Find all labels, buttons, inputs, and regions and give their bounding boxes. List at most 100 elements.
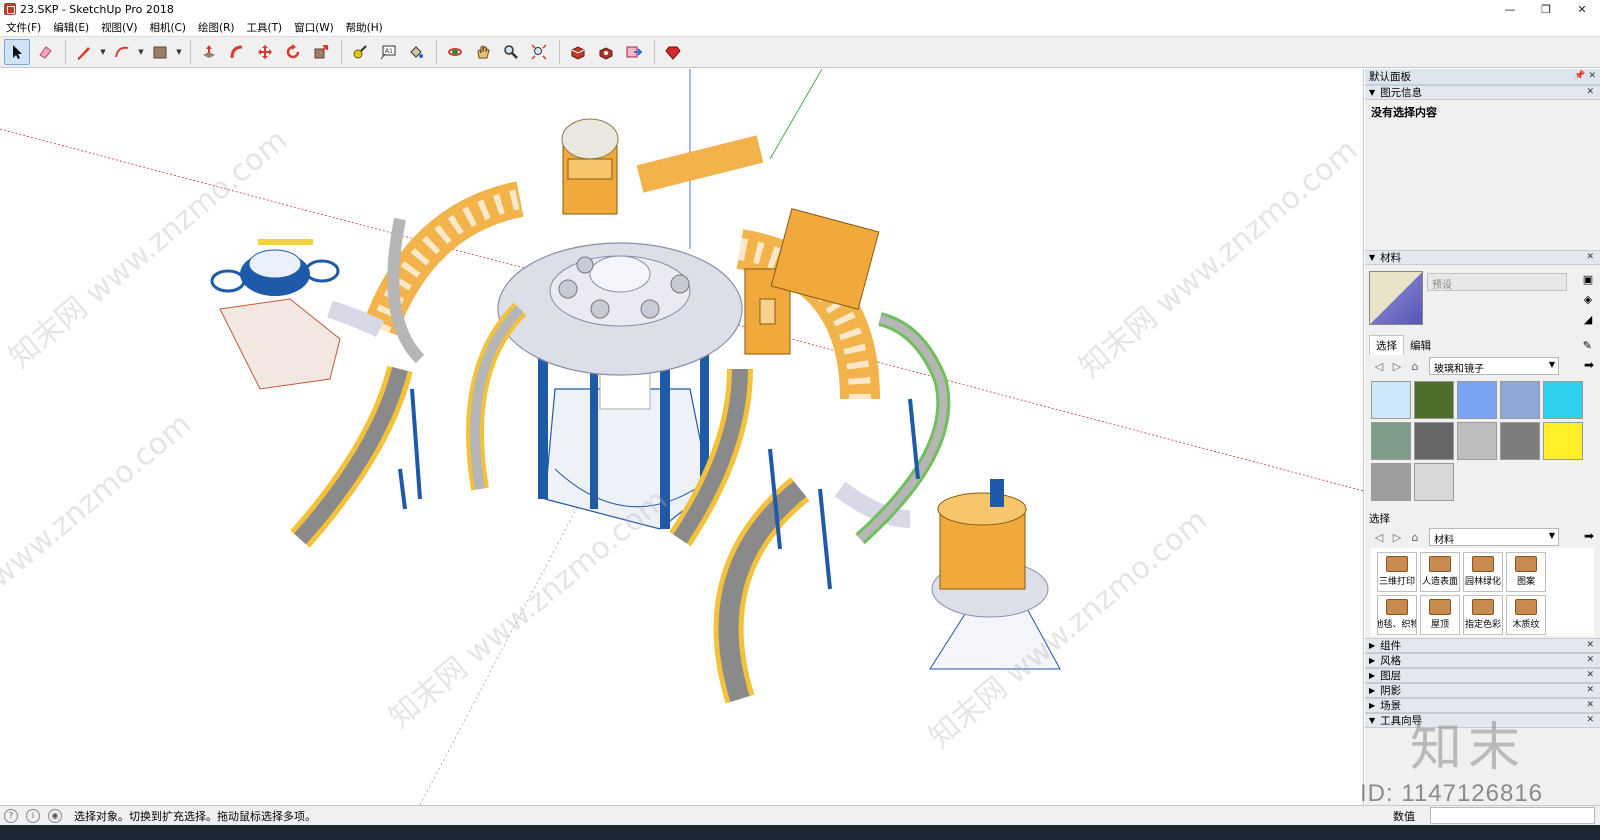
material-swatch[interactable] [1543,422,1583,460]
tray-section-label: 组件 [1380,640,1402,652]
push-pull-tool-button[interactable] [196,39,222,65]
material-swatch[interactable] [1371,422,1411,460]
material-folder[interactable]: 图案 [1506,552,1546,592]
material-folder[interactable]: 木质纹 [1506,595,1546,635]
drawing-viewport[interactable]: 知末网 www.znzmo.com 知末网 www.znzmo.com 知末网 … [0,69,1364,805]
measurements-label: 数值 [1393,810,1415,823]
geo-location-icon[interactable]: ? [4,808,18,823]
paint-bucket-tool-button[interactable] [403,39,429,65]
home-icon[interactable]: ⌂ [1407,358,1423,374]
extension-warehouse-button[interactable] [593,39,619,65]
menu-help[interactable]: 帮助(H) [346,20,383,35]
display-secondary-icon[interactable]: ▣ [1580,271,1596,287]
home-icon[interactable]: ⌂ [1407,529,1423,545]
material-swatch[interactable] [1414,463,1454,501]
current-material-swatch[interactable] [1369,271,1423,325]
close-icon[interactable]: ✕ [1586,715,1594,725]
toolbar-separator [190,40,191,64]
rotate-tool-button[interactable] [280,39,306,65]
extension-manager-button[interactable] [660,39,686,65]
hand-icon [477,45,490,59]
material-folder[interactable]: 三维打印 [1377,552,1417,592]
menu-tools[interactable]: 工具(T) [246,20,282,35]
material-folder[interactable]: 园林绿化 [1463,552,1503,592]
close-icon[interactable]: ✕ [1586,655,1594,665]
tray-section-header[interactable]: ▶ 阴影 ✕ [1365,683,1600,698]
secondary-library-select[interactable]: 材料 ▼ [1429,528,1559,546]
close-button[interactable]: ✕ [1564,0,1600,18]
scale-tool-button[interactable] [308,39,334,65]
user-icon[interactable]: ◉ [48,808,62,823]
material-folder[interactable]: 人造表面 [1420,552,1460,592]
text-tool-button[interactable]: A1 [375,39,401,65]
eraser-tool-button[interactable] [32,39,58,65]
material-folder[interactable]: 指定色彩 [1463,595,1503,635]
tab-edit[interactable]: 编辑 [1404,336,1437,355]
tape-measure-tool-button[interactable] [347,39,373,65]
zoom-extents-tool-button[interactable] [526,39,552,65]
menu-file[interactable]: 文件(F) [6,20,41,35]
orbit-tool-button[interactable] [442,39,468,65]
zoom-tool-button[interactable] [498,39,524,65]
tab-select[interactable]: 选择 [1369,335,1404,355]
offset-tool-button[interactable] [224,39,250,65]
close-icon[interactable]: ✕ [1586,670,1594,680]
material-swatch[interactable] [1457,381,1497,419]
details-arrow-icon[interactable]: ➡ [1584,529,1594,543]
material-swatch[interactable] [1414,422,1454,460]
menu-camera[interactable]: 相机(C) [149,20,186,35]
material-swatch[interactable] [1457,422,1497,460]
shape-tool-button[interactable] [147,39,173,65]
measurements-input[interactable] [1430,807,1595,824]
materials-header[interactable]: ▼ 材料 ✕ [1365,250,1600,265]
menu-draw[interactable]: 绘图(R) [198,20,235,35]
tray-section-header[interactable]: ▶ 风格 ✕ [1365,653,1600,668]
close-icon[interactable]: ✕ [1586,87,1594,97]
pan-tool-button[interactable] [470,39,496,65]
entity-info-header[interactable]: ▼ 图元信息 ✕ [1365,85,1600,100]
menu-window[interactable]: 窗口(W) [294,20,334,35]
folder-icon [1515,556,1537,572]
eyedropper-icon[interactable]: ✎ [1583,339,1592,352]
forward-arrow-icon[interactable]: ▷ [1389,529,1405,545]
material-folder[interactable]: 屋顶 [1420,595,1460,635]
material-swatch[interactable] [1500,381,1540,419]
tray-section-header[interactable]: ▶ 组件 ✕ [1365,638,1600,653]
back-arrow-icon[interactable]: ◁ [1371,358,1387,374]
folder-label: 图案 [1516,577,1535,587]
back-arrow-icon[interactable]: ◁ [1371,529,1387,545]
details-arrow-icon[interactable]: ➡ [1584,358,1594,372]
menu-view[interactable]: 视图(V) [101,20,137,35]
close-icon[interactable]: ✕ [1586,685,1594,695]
material-swatch[interactable] [1500,422,1540,460]
material-folder[interactable]: 地毯、织物 [1377,595,1417,635]
3d-warehouse-button[interactable] [565,39,591,65]
close-icon[interactable]: ✕ [1586,252,1594,262]
arc-tool-button[interactable] [109,39,135,65]
material-swatch[interactable] [1414,381,1454,419]
select-tool-button[interactable] [4,39,30,65]
forward-arrow-icon[interactable]: ▷ [1389,358,1405,374]
green-axis-line [769,69,823,160]
credits-icon[interactable]: i [26,808,40,823]
minimize-button[interactable]: — [1492,0,1528,18]
default-material-icon[interactable]: ◢ [1580,311,1596,327]
create-material-icon[interactable]: ◈ [1580,291,1596,307]
maximize-button[interactable]: ❐ [1528,0,1564,18]
line-tool-button[interactable] [71,39,97,65]
close-icon[interactable]: ✕ [1586,700,1594,710]
material-swatch[interactable] [1543,381,1583,419]
arc-tool-dropdown[interactable]: ▼ [137,39,145,65]
move-tool-button[interactable] [252,39,278,65]
close-icon[interactable]: ✕ [1586,640,1594,650]
material-swatch[interactable] [1371,381,1411,419]
tray-section-header[interactable]: ▶ 图层 ✕ [1365,668,1600,683]
material-swatch[interactable] [1371,463,1411,501]
menu-edit[interactable]: 编辑(E) [53,20,89,35]
tray-pin-icon[interactable]: 📌 ✕ [1574,71,1596,81]
shape-tool-dropdown[interactable]: ▼ [175,39,183,65]
send-to-layout-button[interactable] [621,39,647,65]
line-tool-dropdown[interactable]: ▼ [99,39,107,65]
material-name-field[interactable]: 预设 [1427,273,1567,291]
material-library-select[interactable]: 玻璃和镜子 ▼ [1429,357,1559,375]
